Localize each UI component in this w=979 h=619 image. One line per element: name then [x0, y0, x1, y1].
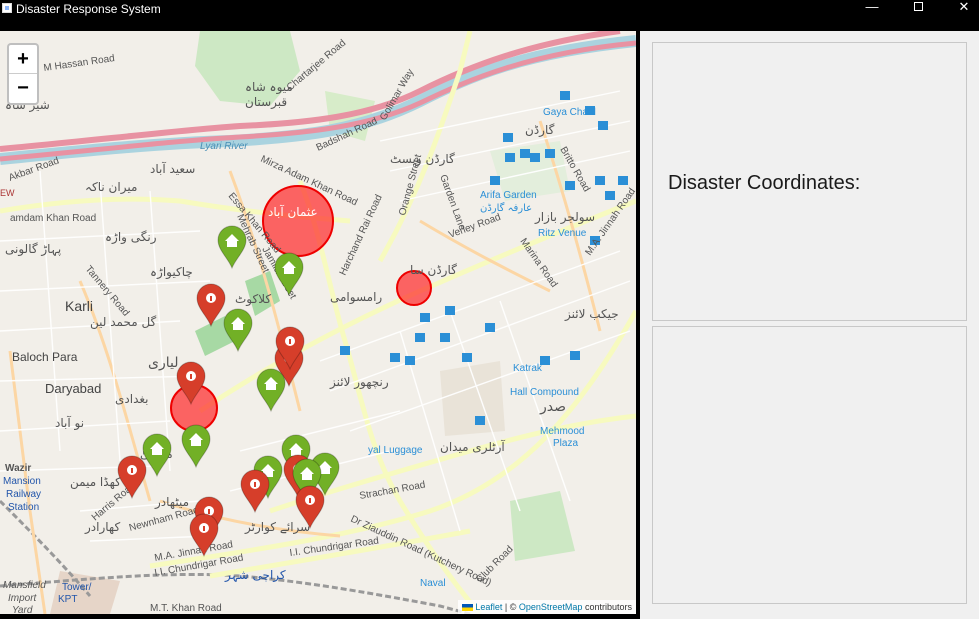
map-view[interactable]: M Hassan Road Akbar Road amdam Khan Road… [0, 31, 636, 614]
incident-marker[interactable] [176, 361, 206, 406]
zoom-in-button[interactable]: + [9, 45, 37, 74]
zoom-control: + − [7, 43, 39, 105]
app-icon [2, 3, 12, 13]
ukraine-flag-icon [462, 604, 474, 611]
info-icon [186, 371, 196, 381]
incident-marker[interactable] [196, 283, 226, 328]
openstreetmap-link[interactable]: OpenStreetMap [519, 602, 583, 612]
incident-marker[interactable] [117, 455, 147, 500]
info-icon [199, 523, 209, 533]
incident-marker[interactable] [295, 485, 325, 530]
incident-marker[interactable] [240, 469, 270, 514]
disaster-coordinates-label: Disaster Coordinates: [668, 172, 861, 194]
shelter-marker[interactable] [256, 368, 286, 413]
shelter-marker[interactable] [217, 225, 247, 270]
zoom-out-button[interactable]: − [9, 74, 37, 103]
maximize-icon [913, 2, 923, 11]
info-icon [305, 495, 315, 505]
title-bar: Disaster Response System — ✕ [0, 0, 979, 31]
shelter-marker[interactable] [274, 252, 304, 297]
maximize-button[interactable] [894, 0, 942, 16]
minimize-button[interactable]: — [848, 0, 896, 16]
coordinates-panel: Disaster Coordinates: [652, 42, 967, 321]
leaflet-link[interactable]: Leaflet [475, 602, 502, 612]
details-panel [652, 326, 967, 604]
info-icon [206, 293, 216, 303]
window-title: Disaster Response System [16, 2, 161, 16]
info-icon [127, 465, 137, 475]
info-icon [250, 479, 260, 489]
attribution-contributors: contributors [584, 602, 632, 612]
close-button[interactable]: ✕ [940, 0, 979, 16]
incident-marker[interactable] [189, 513, 219, 558]
shelter-marker[interactable] [181, 424, 211, 469]
shelter-marker[interactable] [142, 433, 172, 478]
map-attribution: Leaflet | © OpenStreetMap contributors [458, 600, 636, 614]
attribution-separator: | © [504, 602, 517, 612]
info-icon [285, 336, 295, 346]
marker-layer[interactable] [0, 31, 636, 614]
shelter-marker[interactable] [223, 308, 253, 353]
